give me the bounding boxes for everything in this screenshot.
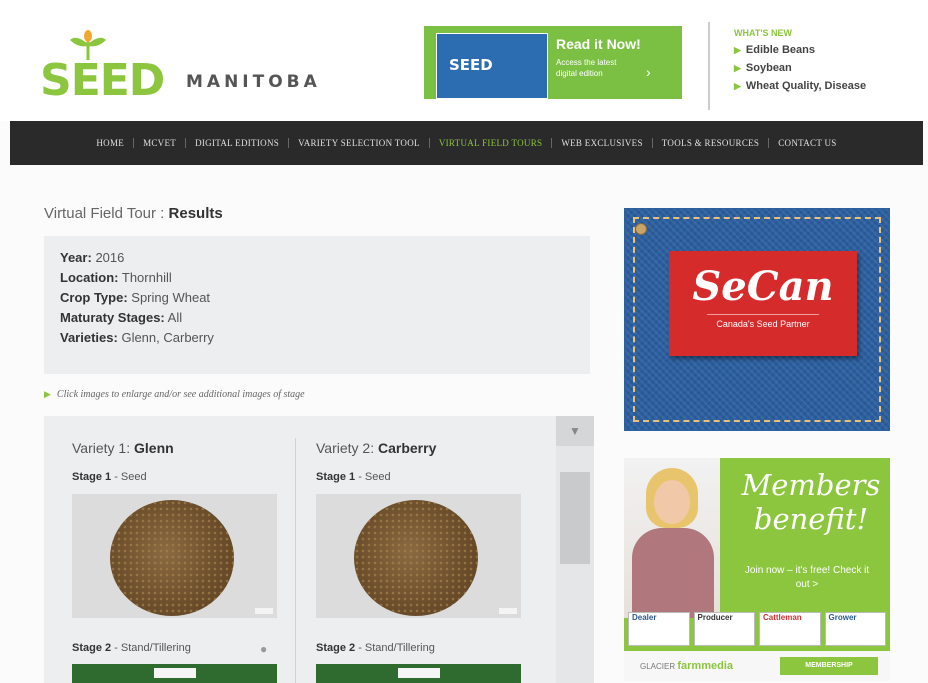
results-scrollbar[interactable]: ▼ bbox=[556, 416, 594, 683]
logo-seed-text: SEED bbox=[40, 55, 165, 106]
variety-title: Variety 2: Carberry bbox=[316, 440, 437, 456]
scroll-thumb[interactable] bbox=[560, 472, 590, 564]
variety-column: Variety 1: Glenn Stage 1 - Seed Stage 2 … bbox=[72, 416, 302, 683]
members-benefit-subtitle: Join now – it's free! Check it out > bbox=[744, 565, 870, 590]
nav-tools-resources[interactable]: TOOLS & RESOURCES bbox=[653, 138, 770, 148]
secan-logo: SeCan bbox=[692, 263, 834, 310]
magazine-thumb: Producer bbox=[693, 612, 755, 646]
enlarge-hint: ▶ Click images to enlarge and/or see addi… bbox=[44, 389, 305, 400]
stage-label: Stage 1 - Seed bbox=[316, 471, 391, 483]
whats-new-link[interactable]: ▶ Wheat Quality, Disease bbox=[734, 80, 908, 92]
whats-new-link[interactable]: ▶ Soybean bbox=[734, 62, 908, 74]
nav-contact-us[interactable]: CONTACT US bbox=[769, 138, 845, 148]
seed-stage-image[interactable] bbox=[72, 494, 277, 618]
promo-title: Read it Now! bbox=[556, 36, 641, 52]
nav-variety-selection-tool[interactable]: VARIETY SELECTION TOOL bbox=[289, 138, 430, 148]
woman-photo bbox=[624, 458, 720, 618]
info-location: Location: Thornhill bbox=[60, 270, 172, 285]
membership-button[interactable]: MEMBERSHIP bbox=[780, 657, 878, 675]
members-footer: GLACIER farmmedia MEMBERSHIP bbox=[624, 651, 890, 681]
seed-manitoba-logo[interactable]: SEED MANITOBA bbox=[40, 30, 340, 106]
promo-subtitle: Access the latest digital edition bbox=[556, 58, 617, 78]
whats-new-link[interactable]: ▶ Edible Beans bbox=[734, 44, 908, 56]
seed-stage-image[interactable] bbox=[316, 494, 521, 618]
nav-home[interactable]: HOME bbox=[87, 138, 135, 148]
read-it-now-banner[interactable]: SEED Read it Now! Access the latest digi… bbox=[424, 26, 682, 99]
triangle-right-icon: ▶ bbox=[734, 81, 741, 91]
whats-new-panel: WHAT'S NEW ▶ Edible Beans ▶ Soybean ▶ Wheat… bbox=[708, 22, 908, 110]
triangle-right-icon: ▶ bbox=[734, 63, 741, 73]
nav-mcvet[interactable]: MCVET bbox=[134, 138, 187, 148]
info-varieties: Varieties: Glenn, Carberry bbox=[60, 330, 214, 345]
tillering-stage-image[interactable] bbox=[316, 664, 521, 683]
members-benefit-title: Members benefit! bbox=[741, 468, 881, 536]
stage-label: Stage 2 - Stand/Tillering bbox=[72, 642, 191, 654]
page-title: Virtual Field Tour : Results bbox=[44, 205, 223, 222]
logo-manitoba-text: MANITOBA bbox=[186, 72, 321, 92]
results-panel: Variety 1: Glenn Stage 1 - Seed Stage 2 … bbox=[44, 416, 594, 683]
nav-digital-editions[interactable]: DIGITAL EDITIONS bbox=[186, 138, 290, 148]
site-header: SEED MANITOBA SEED Read it Now! Access t… bbox=[0, 0, 928, 121]
triangle-right-icon: ▶ bbox=[734, 45, 741, 55]
arrow-right-icon: › bbox=[646, 64, 651, 80]
glacier-farmmedia-logo: GLACIER farmmedia bbox=[640, 660, 733, 672]
column-divider bbox=[295, 438, 296, 683]
stage-label: Stage 1 - Seed bbox=[72, 471, 147, 483]
info-crop-type: Crop Type: Spring Wheat bbox=[60, 290, 211, 305]
paperclip-icon[interactable]: ● bbox=[260, 642, 267, 656]
magazine-thumb: Grower bbox=[824, 612, 886, 646]
secan-ad[interactable]: SeCan Canada's Seed Partner bbox=[624, 208, 890, 431]
members-benefit-ad[interactable]: Members benefit! Join now – it's free! Ch… bbox=[624, 458, 890, 681]
scroll-up-icon[interactable]: ▼ bbox=[556, 416, 594, 446]
info-maturity-stages: Maturaty Stages: All bbox=[60, 310, 183, 325]
variety-title: Variety 1: Glenn bbox=[72, 440, 174, 456]
magazine-strip: Dealer Producer Cattleman Grower bbox=[628, 612, 886, 646]
magazine-thumb: Dealer bbox=[628, 612, 690, 646]
variety-column: Variety 2: Carberry Stage 1 - Seed Stage… bbox=[316, 416, 546, 683]
secan-tagline: Canada's Seed Partner bbox=[716, 319, 810, 329]
info-year: Year: 2016 bbox=[60, 250, 125, 265]
nav-web-exclusives[interactable]: WEB EXCLUSIVES bbox=[552, 138, 653, 148]
triangle-right-icon: ▶ bbox=[44, 389, 51, 399]
magazine-thumb: Cattleman bbox=[759, 612, 821, 646]
rivet-icon bbox=[635, 223, 647, 235]
whats-new-title: WHAT'S NEW bbox=[734, 28, 792, 38]
main-nav: HOME MCVET DIGITAL EDITIONS VARIETY SELE… bbox=[10, 121, 923, 165]
magazine-cover-thumb: SEED bbox=[436, 33, 548, 99]
secan-label-tag: SeCan Canada's Seed Partner bbox=[669, 251, 857, 356]
nav-virtual-field-tours[interactable]: VIRTUAL FIELD TOURS bbox=[430, 138, 553, 148]
stage-label: Stage 2 - Stand/Tillering bbox=[316, 642, 435, 654]
search-criteria-panel: Year: 2016 Location: Thornhill Crop Type… bbox=[44, 236, 590, 374]
tillering-stage-image[interactable] bbox=[72, 664, 277, 683]
